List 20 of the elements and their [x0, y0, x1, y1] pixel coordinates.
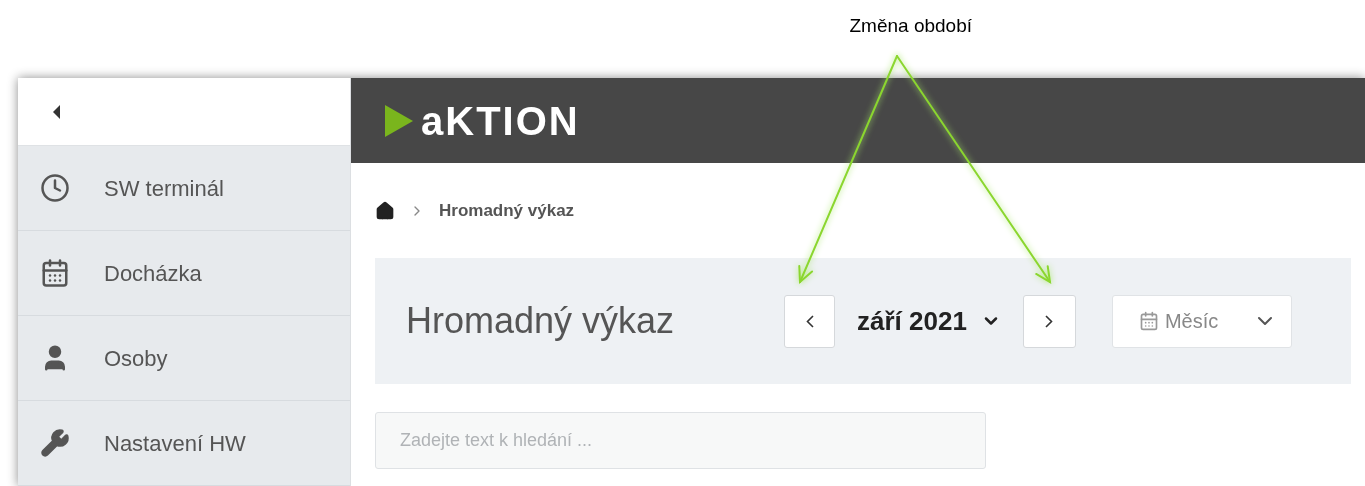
- page-title: Hromadný výkaz: [406, 299, 676, 343]
- sidebar-item[interactable]: Osoby: [18, 316, 350, 401]
- chevron-right-icon: [1045, 314, 1054, 328]
- sidebar-item[interactable]: Nastavení HW: [18, 401, 350, 486]
- annotation-text: Změna období: [849, 14, 972, 38]
- play-logo-icon: [383, 102, 415, 139]
- collapse-button[interactable]: [52, 103, 62, 120]
- sidebar-item[interactable]: SW terminál: [18, 146, 350, 231]
- home-icon[interactable]: [375, 200, 395, 221]
- calendar-icon: [1138, 311, 1159, 331]
- breadcrumb-item[interactable]: Hromadný výkaz: [439, 197, 575, 224]
- view-dropdown[interactable]: Měsíc: [1111, 294, 1292, 348]
- calendar-icon: [40, 258, 70, 288]
- sidebar-item[interactable]: Docházka: [18, 231, 350, 316]
- clock-icon: [40, 173, 70, 203]
- search-field[interactable]: Zadejte text k hledání ...: [375, 412, 986, 469]
- chevron-left-icon: [805, 314, 814, 328]
- logo-text: aKTION: [421, 100, 580, 141]
- period-dropdown[interactable]: září 2021: [835, 294, 1023, 348]
- wrench-icon: [40, 428, 70, 458]
